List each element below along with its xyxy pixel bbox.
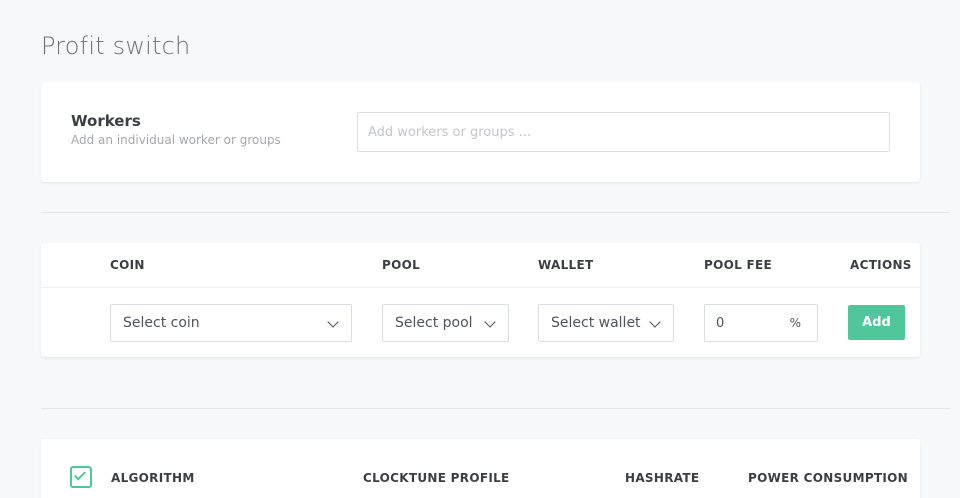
column-header-power-consumption: POWER CONSUMPTION [748,471,909,485]
column-header-pool-fee: POOL FEE [704,258,773,272]
section-divider [41,408,950,409]
column-header-pool: POOL [382,258,421,272]
pool-select-value: Select pool [395,315,473,331]
column-header-wallet: WALLET [538,258,594,272]
coin-select-value: Select coin [123,315,200,331]
chevron-down-icon [327,316,339,328]
workers-card: Workers Add an individual worker or grou… [41,82,920,182]
chevron-down-icon [484,316,496,328]
add-button[interactable]: Add [848,305,905,340]
column-header-clocktune-profile: CLOCKTUNE PROFILE [363,471,510,485]
profit-switch-page: Profit switch Workers Add an individual … [0,0,960,498]
header-divider [41,287,920,288]
coin-select[interactable]: Select coin [110,304,352,342]
workers-subtitle: Add an individual worker or groups [71,133,281,147]
column-header-hashrate: HASHRATE [625,471,700,485]
chevron-down-icon [649,316,661,328]
section-divider [41,212,950,213]
workers-title: Workers [71,112,141,130]
coin-pool-table: COIN POOL WALLET POOL FEE ACTIONS Select… [41,243,920,357]
page-title: Profit switch [41,32,191,60]
select-all-checkbox[interactable] [70,466,92,488]
percent-unit: % [789,316,801,330]
pool-fee-input[interactable] [705,305,783,341]
column-header-algorithm: ALGORITHM [111,471,195,485]
wallet-select-value: Select wallet [551,315,641,331]
column-header-actions: ACTIONS [850,258,912,272]
column-header-coin: COIN [110,258,145,272]
pool-select[interactable]: Select pool [382,304,509,342]
workers-search-input[interactable] [357,112,890,152]
algorithm-table: ALGORITHM CLOCKTUNE PROFILE HASHRATE POW… [41,439,920,498]
pool-fee-field: % [704,304,818,342]
check-icon [73,468,87,481]
wallet-select[interactable]: Select wallet [538,304,674,342]
